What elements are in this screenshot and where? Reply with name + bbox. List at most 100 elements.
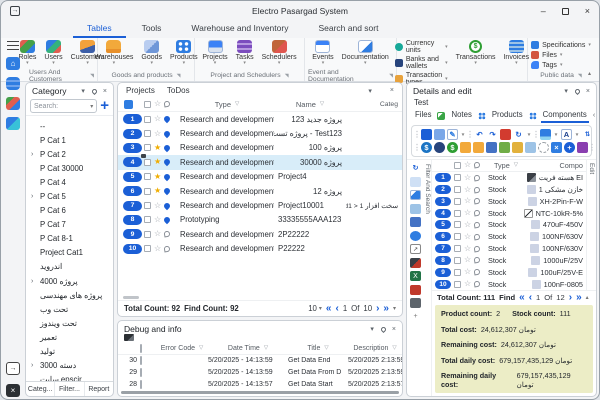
column-description[interactable]: Description [353, 345, 388, 352]
tags-button[interactable]: Tags▾ [531, 61, 591, 69]
column-date-time[interactable]: Date Time [228, 345, 260, 352]
tab-scroll-left-icon[interactable]: ‹ [593, 112, 595, 120]
transactions-button[interactable]: $Transactions▾ [454, 40, 498, 86]
row-checkbox[interactable] [454, 210, 461, 217]
history-icon[interactable] [513, 129, 524, 140]
pin-icon[interactable] [163, 216, 171, 224]
pin-icon[interactable] [164, 245, 171, 252]
export-icon[interactable]: ↗ [410, 244, 421, 254]
project-row[interactable]: 5 Research and development Project4 [118, 170, 402, 184]
star-icon[interactable] [464, 174, 471, 182]
info-icon[interactable] [410, 231, 421, 241]
star-icon[interactable] [464, 280, 471, 288]
pin-icon[interactable] [91, 87, 98, 94]
project-row[interactable]: 1 Research and development پروژه جدید 12… [118, 112, 402, 126]
category-tree-item[interactable]: › دسته 3000 [31, 359, 113, 373]
flag-icon[interactable] [577, 142, 588, 153]
reorder-icon[interactable] [582, 129, 593, 140]
category-tree-item[interactable]: › P Cat 2 [31, 147, 113, 161]
star-icon[interactable] [464, 268, 471, 276]
coin-icon[interactable]: $ [447, 142, 458, 153]
row-checkbox[interactable] [454, 281, 461, 288]
home-icon[interactable]: ⌂ [6, 57, 20, 70]
edit-side-tab[interactable]: Edit [586, 160, 596, 290]
pager-options-icon[interactable]: ▾ [393, 305, 396, 312]
chart-icon[interactable] [6, 117, 20, 130]
close-panel-icon[interactable]: × [586, 88, 590, 95]
first-page-button[interactable]: « [519, 294, 525, 302]
component-row[interactable]: 5 Stock 470uF-450V [432, 219, 586, 231]
copy-icon[interactable] [434, 129, 445, 140]
pin-icon[interactable] [380, 325, 387, 332]
category-tree-item[interactable]: › P Cat 6 [31, 204, 113, 218]
log-row[interactable]: 29 5/20/2025 - 14:13:59 Get Data From D … [118, 366, 402, 378]
category-tree-item[interactable]: › تحت وب [31, 302, 113, 316]
project-row[interactable]: 6 Research and development پروژه 12 [118, 184, 402, 198]
image-icon[interactable] [410, 204, 421, 214]
clear-log-icon[interactable] [124, 334, 134, 341]
filter-icon[interactable] [264, 345, 268, 351]
pin-icon[interactable] [163, 201, 171, 209]
currency-units-button[interactable]: Currency units▾ [395, 40, 448, 54]
filter-icon[interactable] [392, 345, 396, 351]
pin-icon[interactable] [474, 210, 481, 217]
expand-icon[interactable]: › [31, 193, 38, 200]
page-size-select[interactable]: 10▾ [308, 304, 322, 313]
tab-tables[interactable]: Tables [73, 21, 126, 38]
component-row[interactable]: 6 Stock 100NF/630V [432, 231, 586, 243]
row-checkbox[interactable] [144, 173, 151, 180]
search-input[interactable]: Search:▾ [30, 99, 97, 113]
collapse-icon[interactable]: ▾ [564, 87, 568, 95]
group-expander-icon[interactable]: ◥ [177, 73, 181, 79]
category-tree-item[interactable]: › P Cat 7 [31, 218, 113, 232]
select-all-checkbox[interactable] [140, 344, 142, 353]
star-icon[interactable] [154, 245, 161, 253]
pin-icon[interactable] [474, 222, 481, 229]
close-panel-icon[interactable]: × [392, 326, 396, 333]
row-checkbox[interactable] [144, 116, 151, 123]
chart-icon[interactable] [410, 217, 421, 227]
row-checkbox[interactable] [144, 130, 151, 137]
tab-components[interactable]: Components [541, 109, 589, 123]
edit-icon[interactable]: ✎ [447, 129, 458, 140]
pin-icon[interactable] [474, 174, 481, 181]
pin-icon[interactable] [163, 187, 171, 195]
category-tree-item[interactable]: › سایت epscir [31, 373, 113, 381]
prev-page-button[interactable]: ‹ [335, 305, 338, 313]
pin-icon[interactable] [474, 198, 481, 205]
tab-search-sort[interactable]: Search and sort [304, 21, 392, 38]
documentation-button[interactable]: Documentation▾ [340, 40, 391, 70]
pin-icon[interactable] [474, 245, 481, 252]
component-row[interactable]: 10 Stock 100nF-0805 [432, 278, 586, 290]
pin-icon[interactable] [163, 144, 171, 152]
prev-page-button[interactable]: ‹ [529, 294, 532, 302]
specifications-button[interactable]: Specifications▾ [531, 41, 591, 49]
group-expander-icon[interactable]: ◥ [285, 73, 289, 79]
last-page-button[interactable]: » [576, 294, 582, 302]
cost-icon[interactable] [512, 142, 523, 153]
warehouse-icon[interactable] [460, 142, 471, 153]
star-icon[interactable] [464, 245, 471, 253]
events-button[interactable]: Events▾ [310, 40, 335, 70]
collapse-icon[interactable]: ▾ [370, 325, 374, 333]
category-tree-item[interactable]: › Project Cat1 [31, 246, 113, 260]
star-icon[interactable] [154, 187, 161, 195]
column-category[interactable]: Categ [346, 101, 402, 108]
schedulers-button[interactable]: Schedulers▾ [260, 40, 299, 70]
first-page-button[interactable]: « [326, 305, 332, 313]
footer-tab-filter[interactable]: Filter... [54, 382, 83, 396]
category-tree-item[interactable]: › تحت ویندوز [31, 316, 113, 330]
star-icon[interactable] [154, 230, 161, 238]
category-tree-item[interactable]: › -- [31, 119, 113, 133]
pin-header-icon[interactable] [474, 162, 481, 169]
star-icon[interactable] [154, 173, 161, 181]
column-component[interactable]: Compo [524, 161, 586, 170]
pin-icon[interactable] [474, 257, 481, 264]
column-type[interactable]: Type [494, 161, 510, 170]
row-checkbox[interactable] [144, 144, 151, 151]
pin-icon[interactable] [474, 186, 481, 193]
project-row[interactable]: 8 Prototyping 33335555AAA123 [118, 213, 402, 227]
pin-icon[interactable] [474, 233, 481, 240]
font-color-icon[interactable] [561, 129, 572, 140]
star-header-icon[interactable] [154, 100, 161, 108]
